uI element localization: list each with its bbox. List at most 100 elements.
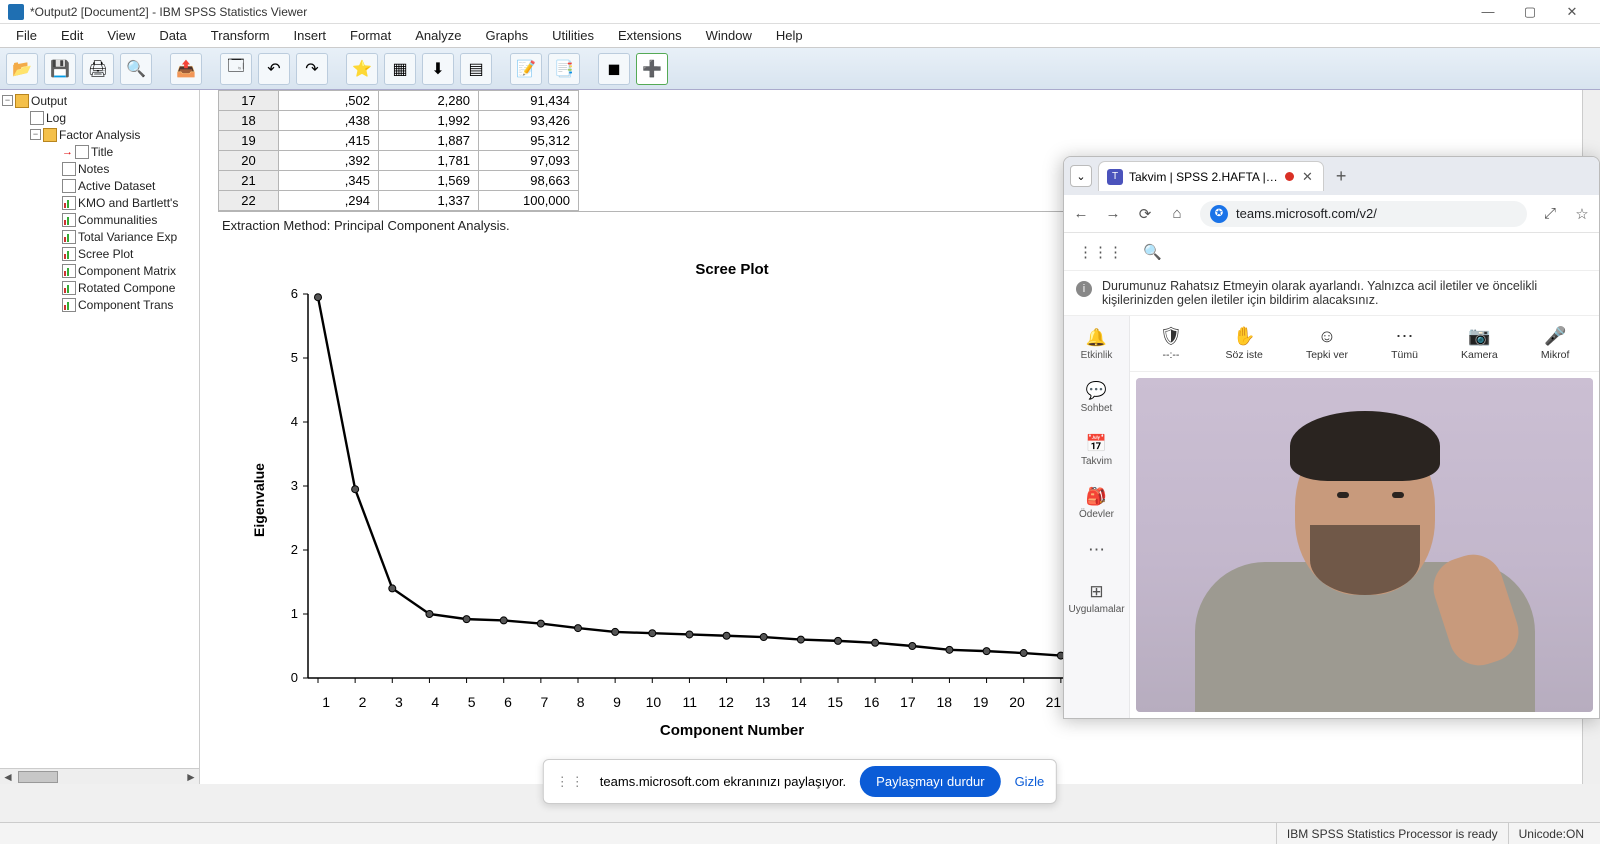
new-tab-button[interactable]: + xyxy=(1330,166,1353,187)
maximize-button[interactable]: ▢ xyxy=(1510,1,1550,23)
menu-utilities[interactable]: Utilities xyxy=(540,26,606,45)
table-icon xyxy=(62,281,76,295)
install-app-icon[interactable]: ⤢ xyxy=(1541,205,1559,222)
tree-rotated-component[interactable]: Rotated Compone xyxy=(2,279,197,296)
browser-tab[interactable]: T Takvim | SPSS 2.HAFTA | Mic ✕ xyxy=(1098,161,1324,191)
chat-icon: 💬 xyxy=(1069,381,1125,401)
tree-kmo[interactable]: KMO and Bartlett's xyxy=(2,194,197,211)
tree-horizontal-scrollbar[interactable]: ◄► xyxy=(0,768,199,784)
undo-button[interactable]: ↶ xyxy=(258,53,290,85)
stop-sharing-button[interactable]: Paylaşmayı durdur xyxy=(860,766,1000,797)
menu-window[interactable]: Window xyxy=(694,26,764,45)
rail-activity[interactable]: 🔔Etkinlik xyxy=(1069,322,1125,367)
collapse-icon[interactable]: − xyxy=(2,95,13,106)
tree-component-matrix[interactable]: Component Matrix xyxy=(2,262,197,279)
save-button[interactable]: 💾 xyxy=(44,53,76,85)
teams-rail: 🔔Etkinlik 💬Sohbet 📅Takvim 🎒Ödevler ⋯ ⊞Uy… xyxy=(1064,316,1130,718)
participant-video xyxy=(1136,378,1593,712)
menu-analyze[interactable]: Analyze xyxy=(403,26,473,45)
tree-component-trans[interactable]: Component Trans xyxy=(2,296,197,313)
table-row[interactable]: 22,2941,337100,000 xyxy=(219,191,1099,211)
print-preview-button[interactable]: 🔍 xyxy=(120,53,152,85)
insert-button[interactable]: 📝 xyxy=(510,53,542,85)
reload-button[interactable]: ⟳ xyxy=(1136,205,1154,223)
menu-help[interactable]: Help xyxy=(764,26,815,45)
table-row[interactable]: 21,3451,56998,663 xyxy=(219,171,1099,191)
rail-more[interactable]: ⋯ xyxy=(1069,534,1125,568)
close-window-button[interactable]: ✕ xyxy=(1552,1,1592,23)
search-icon[interactable]: 🔍 xyxy=(1143,243,1162,261)
table-row[interactable]: 19,4151,88795,312 xyxy=(219,131,1099,151)
table-row[interactable]: 20,3921,78197,093 xyxy=(219,151,1099,171)
designate-window-button[interactable]: ➕ xyxy=(636,53,668,85)
camera-button[interactable]: 📷Kamera xyxy=(1461,326,1498,361)
menu-edit[interactable]: Edit xyxy=(49,26,95,45)
tree-log[interactable]: Log xyxy=(2,109,197,126)
home-button[interactable]: ⌂ xyxy=(1168,205,1186,222)
page-icon xyxy=(62,179,76,193)
tree-title[interactable]: → Title xyxy=(2,143,197,160)
shield-icon: 🛡 xyxy=(1160,326,1183,347)
browser-window: ⌄ T Takvim | SPSS 2.HAFTA | Mic ✕ + ← → … xyxy=(1063,156,1600,719)
weight-button[interactable]: ◼ xyxy=(598,53,630,85)
collapse-icon[interactable]: − xyxy=(30,129,41,140)
table-row[interactable]: 18,4381,99293,426 xyxy=(219,111,1099,131)
meeting-controls: 🛡--:-- ✋Söz iste ☺Tepki ver ⋯Tümü 📷Kamer… xyxy=(1130,316,1599,372)
goto-data-button[interactable]: ⭐ xyxy=(346,53,378,85)
rail-chat[interactable]: 💬Sohbet xyxy=(1069,375,1125,420)
tree-communalities[interactable]: Communalities xyxy=(2,211,197,228)
menu-insert[interactable]: Insert xyxy=(282,26,339,45)
current-marker-icon: → xyxy=(62,146,73,158)
menu-view[interactable]: View xyxy=(95,26,147,45)
outline-pane: − Output Log − Factor Analysis → Title N… xyxy=(0,90,200,784)
react-button[interactable]: ☺Tepki ver xyxy=(1306,326,1348,361)
hide-bar-button[interactable]: Gizle xyxy=(1015,774,1045,789)
select-cases-button[interactable]: ▤ xyxy=(460,53,492,85)
menu-extensions[interactable]: Extensions xyxy=(606,26,694,45)
status-bar: IBM SPSS Statistics Processor is ready U… xyxy=(0,822,1600,844)
split-button[interactable]: 📑 xyxy=(548,53,580,85)
drag-handle-icon[interactable]: ⋮⋮ xyxy=(556,774,586,790)
print-button[interactable]: 🖨 xyxy=(82,53,114,85)
menu-graphs[interactable]: Graphs xyxy=(473,26,540,45)
redo-button[interactable]: ↷ xyxy=(296,53,328,85)
goto-case-button[interactable]: ▦ xyxy=(384,53,416,85)
tree-root[interactable]: − Output xyxy=(2,92,197,109)
minimize-button[interactable]: — xyxy=(1468,1,1508,23)
address-bar[interactable]: ✪ teams.microsoft.com/v2/ xyxy=(1200,201,1527,227)
variables-button[interactable]: ⬇ xyxy=(422,53,454,85)
bookmark-icon[interactable]: ☆ xyxy=(1573,205,1591,223)
tree-scree-plot[interactable]: Scree Plot xyxy=(2,245,197,262)
chart-icon xyxy=(62,247,76,261)
forward-button[interactable]: → xyxy=(1104,205,1122,222)
variance-table[interactable]: 17,5022,28091,43418,4381,99293,42619,415… xyxy=(218,90,1099,211)
tree-factor-analysis[interactable]: − Factor Analysis xyxy=(2,126,197,143)
video-tile[interactable] xyxy=(1136,378,1593,712)
shield-status[interactable]: 🛡--:-- xyxy=(1160,326,1183,361)
raise-hand-button[interactable]: ✋Söz iste xyxy=(1226,326,1263,361)
page-icon xyxy=(62,162,76,176)
menu-transform[interactable]: Transform xyxy=(199,26,282,45)
site-info-icon[interactable]: ✪ xyxy=(1210,205,1228,223)
rail-assignments[interactable]: 🎒Ödevler xyxy=(1069,481,1125,526)
svg-text:5: 5 xyxy=(291,350,298,365)
tab-search-button[interactable]: ⌄ xyxy=(1070,165,1092,187)
menu-data[interactable]: Data xyxy=(147,26,198,45)
export-button[interactable]: 📤 xyxy=(170,53,202,85)
table-icon xyxy=(62,230,76,244)
open-button[interactable]: 📂 xyxy=(6,53,38,85)
view-button[interactable]: ⋯Tümü xyxy=(1391,326,1418,361)
menu-format[interactable]: Format xyxy=(338,26,403,45)
back-button[interactable]: ← xyxy=(1072,205,1090,222)
recall-dialog-button[interactable]: 🗔 xyxy=(220,53,252,85)
app-launcher-icon[interactable]: ⋮⋮⋮ xyxy=(1078,243,1123,261)
rail-apps[interactable]: ⊞Uygulamalar xyxy=(1069,576,1125,621)
close-tab-button[interactable]: ✕ xyxy=(1300,169,1315,185)
mic-button[interactable]: 🎤Mikrof xyxy=(1541,326,1570,361)
tree-total-variance[interactable]: Total Variance Exp xyxy=(2,228,197,245)
tree-notes[interactable]: Notes xyxy=(2,160,197,177)
tree-active-dataset[interactable]: Active Dataset xyxy=(2,177,197,194)
table-row[interactable]: 17,5022,28091,434 xyxy=(219,91,1099,111)
rail-calendar[interactable]: 📅Takvim xyxy=(1069,428,1125,473)
menu-file[interactable]: File xyxy=(4,26,49,45)
